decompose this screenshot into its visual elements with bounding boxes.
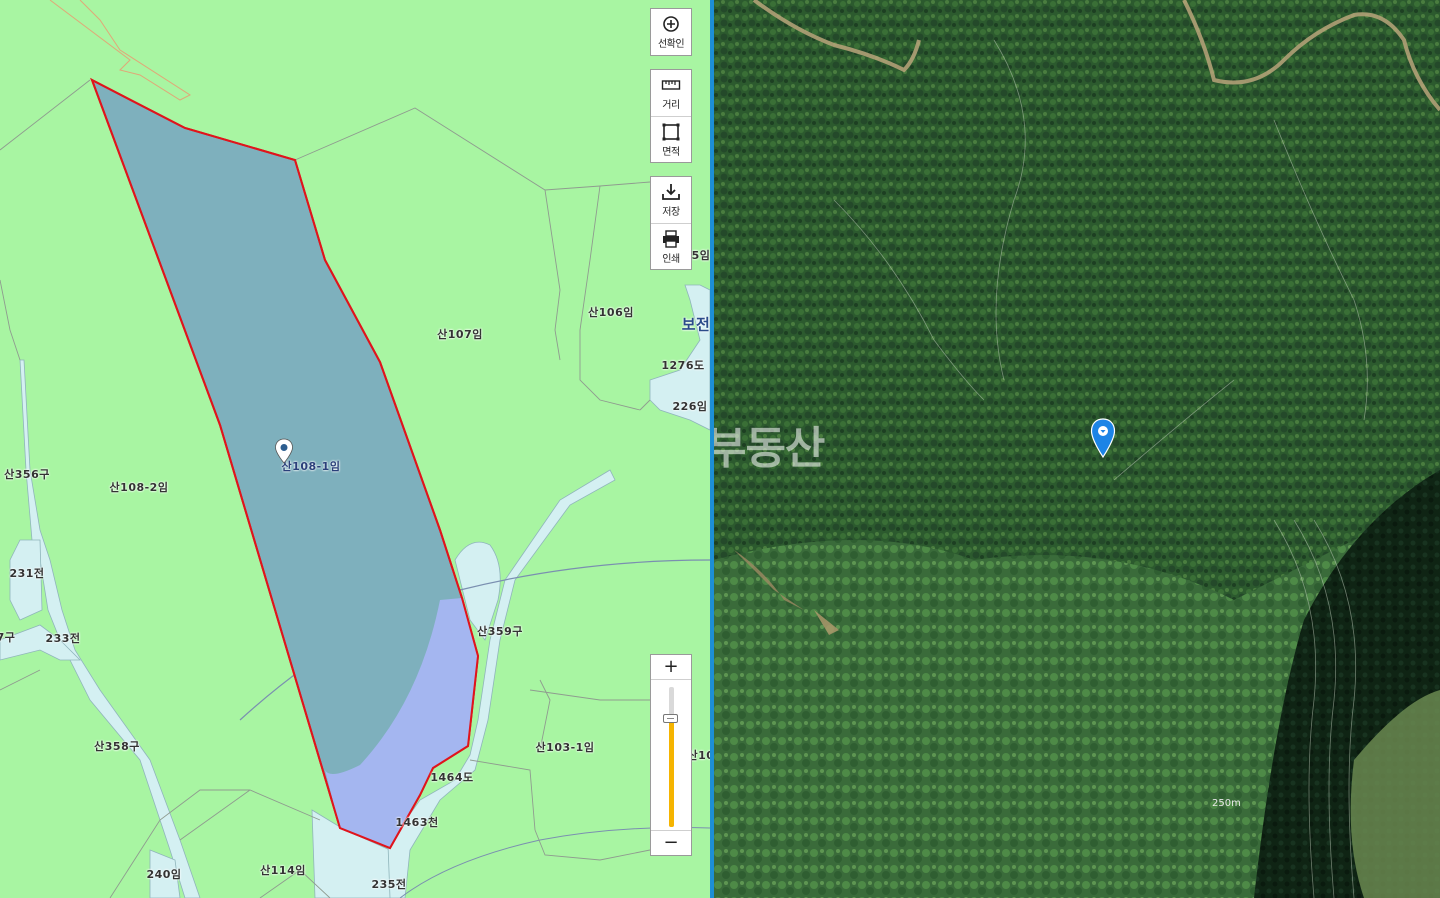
zoom-slider-thumb[interactable]: [663, 713, 678, 723]
parcel-label: 226임: [672, 400, 708, 413]
parcel-label: 7구: [0, 631, 16, 644]
parcel-label: 235전: [371, 878, 407, 891]
distance-button[interactable]: 거리: [651, 70, 691, 116]
zoom-out-button[interactable]: −: [651, 830, 691, 855]
select-confirm-label: 선확인: [657, 39, 685, 50]
location-marker-icon[interactable]: [274, 438, 294, 464]
zoom-control: + −: [650, 654, 692, 856]
output-toolgroup: 저장 인쇄: [650, 176, 692, 270]
parcel-label: 산108-2임: [109, 481, 169, 494]
download-icon: [662, 184, 680, 200]
parcel-label: 산114임: [260, 864, 306, 877]
parcel-label: 보전: [681, 315, 710, 334]
zoom-slider[interactable]: [663, 687, 678, 827]
area-button[interactable]: 면적: [651, 116, 691, 162]
parcel-label: 산356구: [4, 468, 50, 481]
satellite-map[interactable]: 당근부동산 250m: [714, 0, 1440, 898]
parcel-boundaries: [0, 0, 710, 898]
save-button[interactable]: 저장: [651, 177, 691, 223]
parcel-label: 산103-1임: [535, 741, 595, 754]
satellite-imagery: [714, 0, 1440, 898]
select-confirm-button[interactable]: 선확인: [651, 9, 691, 55]
parcel-label: 1276도: [661, 359, 705, 372]
parcel-label: 5임: [691, 249, 710, 262]
print-button[interactable]: 인쇄: [651, 223, 691, 269]
parcel-label: 240임: [146, 868, 182, 881]
cadastral-map[interactable]: 산108-1임 산107임 산106임 산108-2임 산356구 231전 2…: [0, 0, 710, 898]
select-toolgroup: 선확인: [650, 8, 692, 56]
printer-icon: [663, 229, 679, 248]
measure-toolgroup: 거리 면적: [650, 69, 692, 163]
zoom-plus-icon: [663, 16, 679, 32]
zoom-in-button[interactable]: +: [651, 655, 691, 680]
save-label: 저장: [662, 207, 680, 218]
parcel-label: 산358구: [94, 740, 140, 753]
zoom-level-fill: [669, 717, 674, 827]
ruler-icon: [661, 80, 681, 90]
print-label: 인쇄: [662, 253, 680, 265]
parcel-label: 233전: [45, 632, 81, 645]
parcel-label: 231전: [9, 567, 45, 580]
parcel-label: 산106임: [588, 306, 634, 319]
area-label: 면적: [662, 146, 680, 158]
parcel-label: 1464도: [430, 771, 474, 784]
location-marker-icon[interactable]: [1090, 418, 1116, 458]
area-icon: [662, 123, 680, 140]
parcel-label: 산107임: [437, 328, 483, 341]
distance-label: 거리: [662, 100, 680, 111]
parcel-label: 산359구: [477, 625, 523, 638]
parcel-label: 1463천: [395, 816, 439, 829]
scale-label: 250m: [1212, 798, 1241, 809]
